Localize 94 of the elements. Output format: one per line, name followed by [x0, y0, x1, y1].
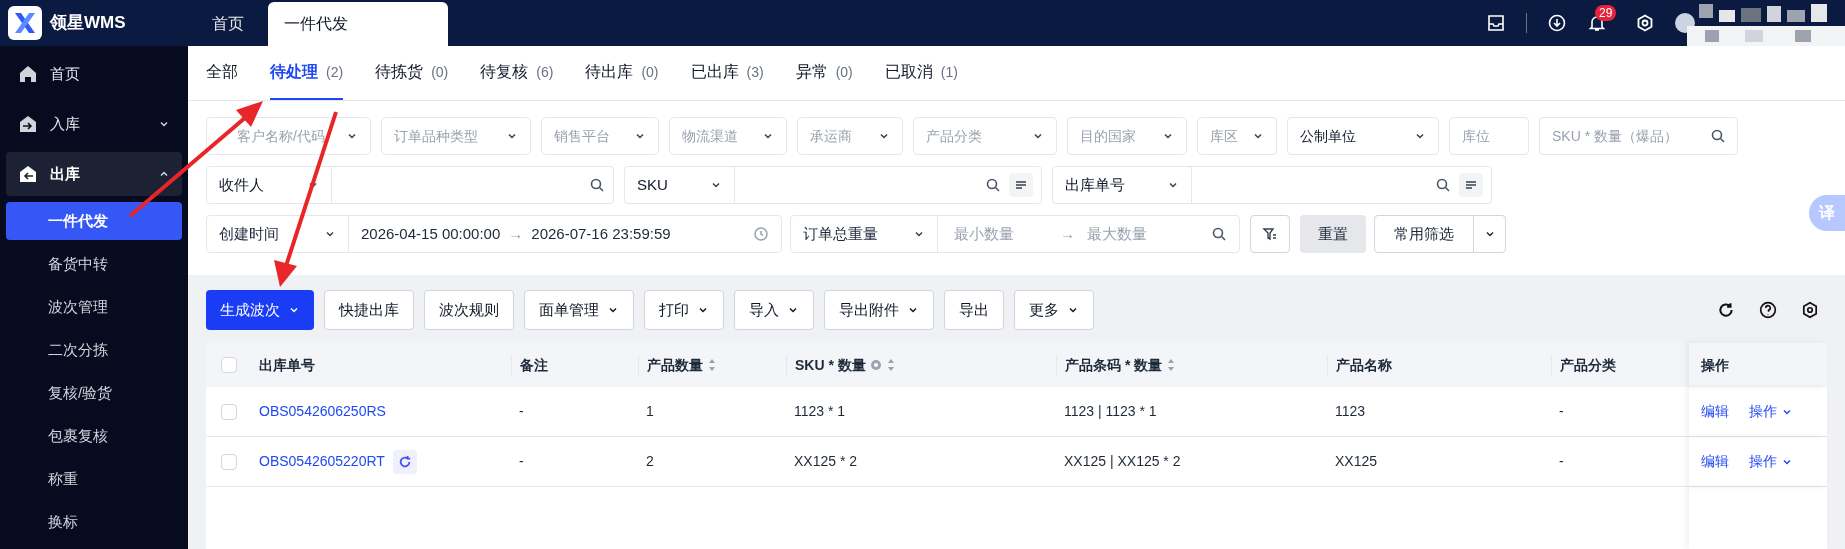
- column-header: 产品数量: [638, 354, 786, 376]
- sidebar-item[interactable]: 首页: [6, 52, 182, 96]
- sidebar-item[interactable]: 入库: [6, 102, 182, 146]
- table-cell-text: 1: [646, 402, 654, 421]
- reset-button[interactable]: 重置: [1300, 215, 1366, 253]
- column-header: SKU * 数量: [786, 354, 1056, 376]
- column-header: 出库单号: [258, 355, 316, 375]
- search-field[interactable]: SKU: [624, 166, 1042, 204]
- sidebar-subitem[interactable]: 备货中转: [6, 245, 182, 283]
- sidebar-subitem[interactable]: 称重: [6, 460, 182, 498]
- order-link[interactable]: OBS0542605220RT: [259, 451, 385, 472]
- saved-filters-button[interactable]: 常用筛选: [1374, 215, 1506, 253]
- edit-link[interactable]: 编辑: [1701, 401, 1729, 422]
- search-field[interactable]: SKU * 数量（爆品）: [1539, 117, 1738, 155]
- toolbar-button[interactable]: 打印: [644, 290, 724, 330]
- status-tab[interactable]: 待处理 (2): [270, 46, 344, 100]
- home-icon: [18, 64, 38, 84]
- date-range-field[interactable]: 创建时间 2026-04-15 00:00:00 → 2026-07-16 23:59:59: [206, 215, 782, 253]
- actions-link[interactable]: 操作: [1749, 451, 1793, 472]
- search-icon: [985, 177, 1001, 193]
- toolbar-button[interactable]: 更多: [1014, 290, 1094, 330]
- toolbar-button[interactable]: 快捷出库: [324, 290, 414, 330]
- refresh-icon[interactable]: [1717, 301, 1735, 319]
- help-icon[interactable]: [1759, 301, 1777, 319]
- status-tab[interactable]: 待出库 (0): [585, 46, 659, 100]
- filter-settings-button[interactable]: [1250, 215, 1290, 253]
- table-cell-text: XX125 | XX125 * 2: [1064, 452, 1181, 471]
- batch-input-icon[interactable]: [1009, 173, 1033, 197]
- page-tab[interactable]: 一件代发: [268, 2, 448, 46]
- sidebar-subitem[interactable]: 包裹复核: [6, 417, 182, 455]
- inbound-icon: [18, 114, 38, 134]
- inbox-icon[interactable]: [1486, 13, 1506, 33]
- status-tab[interactable]: 待复核 (6): [480, 46, 554, 100]
- column-header: 产品分类: [1551, 354, 1676, 376]
- table-cell-text: -: [1559, 452, 1564, 471]
- toolbar-button[interactable]: 导入: [734, 290, 814, 330]
- table-cell-text: XX125 * 2: [794, 452, 858, 471]
- status-tab[interactable]: 已出库 (3): [690, 46, 764, 100]
- app-name: 领星WMS: [50, 12, 126, 35]
- toolbar-button[interactable]: 波次规则: [424, 290, 514, 330]
- table-cell-text: -: [519, 452, 524, 471]
- page-tab[interactable]: 首页: [196, 2, 260, 46]
- checkbox[interactable]: [220, 403, 237, 420]
- filter-icon: [1262, 226, 1278, 242]
- settings-icon[interactable]: [1635, 13, 1655, 33]
- notification-badge: 29: [1595, 5, 1617, 21]
- sidebar-subitem[interactable]: 复核/验货: [6, 374, 182, 412]
- order-link[interactable]: OBS0542606250RS: [259, 401, 386, 422]
- column-header: 产品名称: [1327, 354, 1551, 376]
- column-header: 操作: [1689, 343, 1827, 387]
- table-cell-text: 1123 * 1: [794, 402, 846, 421]
- search-icon: [1435, 177, 1451, 193]
- sidebar-subitem[interactable]: 二次分拣: [6, 331, 182, 369]
- search-icon: [1710, 128, 1726, 144]
- table-cell-text: -: [519, 402, 524, 421]
- min-input[interactable]: 最小数量: [938, 222, 1048, 246]
- sidebar-item[interactable]: 出库: [6, 152, 182, 196]
- settings-icon[interactable]: [1801, 301, 1819, 319]
- search-icon: [1211, 226, 1227, 242]
- table-cell-text: 2: [646, 452, 654, 471]
- download-icon[interactable]: [1547, 13, 1567, 33]
- search-icon: [589, 177, 605, 193]
- checkbox[interactable]: [220, 357, 237, 373]
- edit-link[interactable]: 编辑: [1701, 451, 1729, 472]
- table-cell-text: 1123: [1335, 402, 1366, 421]
- search-field[interactable]: 出库单号: [1052, 166, 1492, 204]
- sidebar-subitem[interactable]: 一件代发: [6, 202, 182, 240]
- clock-icon: [753, 226, 769, 242]
- range-field[interactable]: 订单总重量 最小数量 → 最大数量: [790, 215, 1240, 253]
- sidebar-subitem[interactable]: 换标: [6, 503, 182, 541]
- status-tab[interactable]: 已取消 (1): [884, 46, 958, 100]
- sidebar-subitem[interactable]: 波次管理: [6, 288, 182, 326]
- filter-input[interactable]: 库位: [1449, 117, 1529, 155]
- toolbar-button[interactable]: 面单管理: [524, 290, 634, 330]
- toolbar-button[interactable]: 生成波次: [206, 290, 314, 330]
- table-cell-text: -: [1559, 402, 1564, 421]
- max-input[interactable]: 最大数量: [1087, 222, 1187, 246]
- table-cell-text: 1123 | 1123 * 1: [1064, 402, 1157, 421]
- logo-icon: [8, 6, 42, 40]
- outbound-icon: [18, 164, 38, 184]
- toolbar-button[interactable]: 导出: [944, 290, 1004, 330]
- search-field[interactable]: 收件人: [206, 166, 614, 204]
- actions-link[interactable]: 操作: [1749, 401, 1793, 422]
- table-cell-text: XX125: [1335, 452, 1378, 471]
- column-header: 产品条码 * 数量: [1056, 354, 1327, 376]
- batch-input-icon[interactable]: [1459, 173, 1483, 197]
- filter-select[interactable]: 公制单位: [1287, 117, 1439, 155]
- status-tab[interactable]: 全部: [206, 46, 238, 100]
- status-tab[interactable]: 待拣货 (0): [375, 46, 449, 100]
- toolbar-button[interactable]: 导出附件: [824, 290, 934, 330]
- column-header: 备注: [511, 354, 638, 376]
- status-tab[interactable]: 异常 (0): [795, 46, 853, 100]
- checkbox[interactable]: [220, 453, 237, 470]
- refresh-badge-icon[interactable]: [392, 449, 417, 474]
